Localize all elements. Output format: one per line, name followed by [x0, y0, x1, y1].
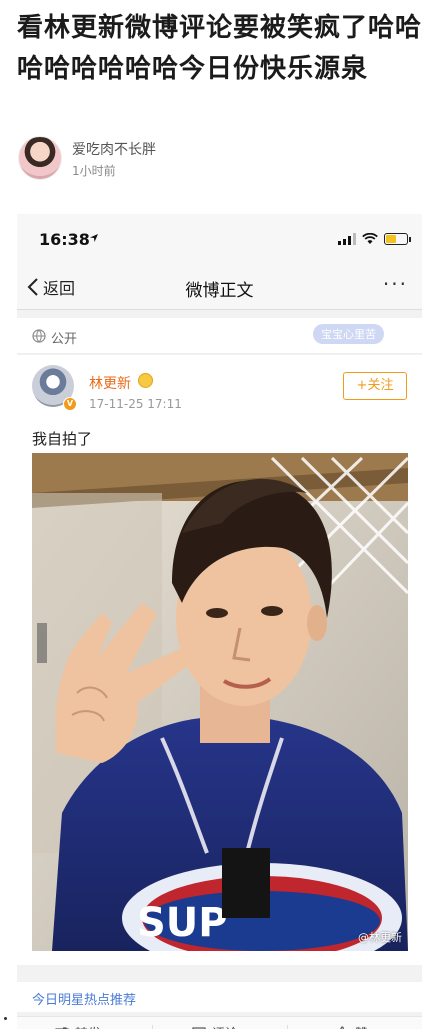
action-bar: 转发 评论 赞: [17, 1016, 422, 1029]
post-card: V 林更新 17-11-25 17:11 +关注 我自拍了 SUP @林更新: [17, 355, 422, 965]
author-avatar[interactable]: [18, 136, 62, 180]
poster-time: 17-11-25 17:11: [89, 397, 182, 411]
comment-icon: [192, 1026, 206, 1029]
nav-bar: 返回 微博正文 ···: [17, 264, 422, 310]
author-name[interactable]: 爱吃肉不长胖: [72, 139, 156, 159]
watermark-sticker: 宝宝心里苦: [313, 324, 384, 344]
follow-button[interactable]: +关注: [343, 372, 407, 400]
nav-title: 微博正文: [185, 281, 254, 301]
edge-dot: [4, 1017, 7, 1020]
poster-name[interactable]: 林更新: [89, 373, 131, 393]
selfie-image: SUP: [32, 453, 408, 951]
divider: [152, 1025, 153, 1029]
hot-label[interactable]: 今日明星热点推荐: [32, 989, 136, 1008]
comment-label: 评论: [212, 1023, 238, 1029]
hot-recommendation[interactable]: 今日明星热点推荐: [17, 982, 422, 1012]
repost-button[interactable]: 转发: [55, 1023, 101, 1029]
divider: [287, 1025, 288, 1029]
svg-text:SUP: SUP: [137, 900, 228, 946]
article-time: 1小时前: [72, 164, 116, 178]
wifi-icon: [362, 233, 378, 244]
repost-label: 转发: [75, 1023, 101, 1029]
location-arrow-icon: [90, 234, 98, 242]
signal-icon: [338, 233, 356, 245]
author-row[interactable]: 爱吃肉不长胖 1小时前: [18, 136, 418, 182]
like-label: 赞: [355, 1023, 368, 1029]
like-icon: [339, 1025, 344, 1029]
status-clock: 16:38: [39, 230, 90, 249]
visibility-label: 公开: [51, 332, 78, 347]
status-bar: 16:38: [17, 214, 422, 264]
post-photo[interactable]: SUP @林更新: [32, 453, 408, 951]
verified-icon: V: [63, 397, 77, 411]
post-text: 我自拍了: [32, 430, 93, 448]
phone-screenshot: 16:38 返回 微博正文 ··· 公开 宝宝心里苦 V 林更新 17-11-2…: [17, 214, 422, 1029]
battery-icon: [384, 233, 411, 245]
comment-button[interactable]: 评论: [192, 1023, 238, 1029]
like-button[interactable]: 赞: [335, 1023, 368, 1029]
status-icons: [338, 231, 411, 247]
photo-watermark: @林更新: [358, 931, 402, 944]
globe-icon: [32, 329, 46, 343]
more-icon[interactable]: ···: [383, 272, 408, 296]
visibility-row: 公开 宝宝心里苦: [17, 318, 422, 354]
vip-icon[interactable]: [138, 373, 153, 388]
article-title: 看林更新微博评论要被笑疯了哈哈哈哈哈哈哈哈今日份快乐源泉: [17, 13, 423, 84]
repost-icon: [55, 1026, 69, 1029]
